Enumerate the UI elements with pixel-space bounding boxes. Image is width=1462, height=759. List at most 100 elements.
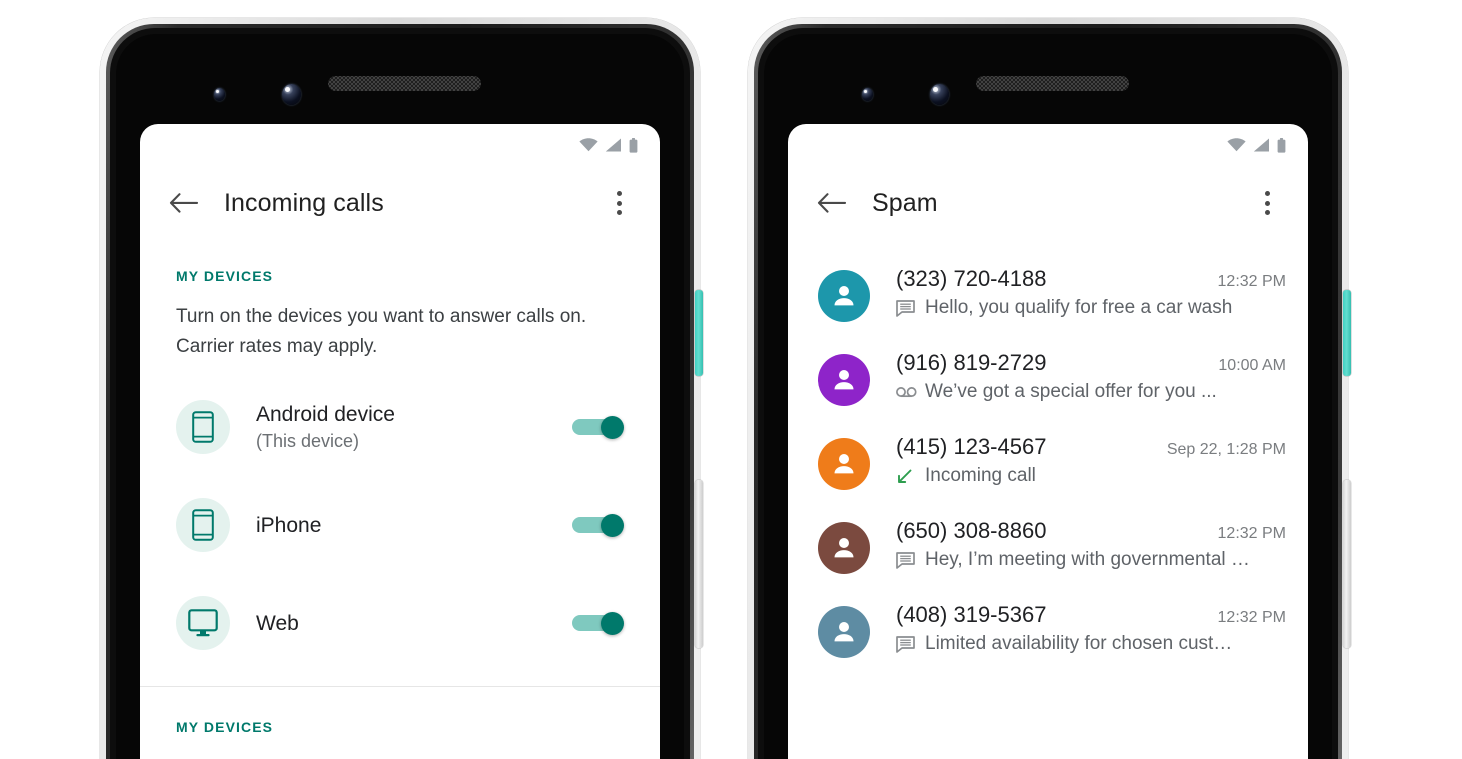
back-button[interactable] xyxy=(810,182,852,224)
spam-item-body: (916) 819-2729 10:00 AM We’ve got a spec… xyxy=(896,350,1286,403)
spam-item-secondary-line: We’ve got a special offer for you ... xyxy=(896,381,1286,403)
message-icon xyxy=(896,299,918,317)
page-title: Incoming calls xyxy=(224,188,384,217)
battery-icon xyxy=(629,137,638,153)
spam-item-primary-line: (415) 123-4567 Sep 22, 1:28 PM xyxy=(896,434,1286,460)
spam-item-secondary-line: Limited availability for chosen cust… xyxy=(896,633,1286,655)
spam-preview-text: Limited availability for chosen cust… xyxy=(925,633,1233,654)
section-description: Turn on the devices you want to answer c… xyxy=(176,306,587,357)
signal-icon xyxy=(605,138,622,152)
device-title: Android device xyxy=(256,402,395,426)
battery-icon xyxy=(1277,137,1286,153)
spam-list-item[interactable]: (415) 123-4567 Sep 22, 1:28 PM Incoming … xyxy=(788,420,1308,504)
device-list: Android device (This device) iPhone Web xyxy=(140,362,660,672)
person-icon xyxy=(834,622,854,642)
avatar xyxy=(818,438,870,490)
app-bar-incoming-calls: Incoming calls xyxy=(140,160,660,246)
message-icon xyxy=(896,551,918,569)
device-row-iphone[interactable]: iPhone xyxy=(140,476,660,574)
signal-icon xyxy=(1253,138,1270,152)
spam-timestamp: 12:32 PM xyxy=(1217,609,1286,626)
back-arrow-icon xyxy=(817,193,846,213)
spam-phone-number: (408) 319-5367 xyxy=(896,602,1047,627)
spam-list-item[interactable]: (408) 319-5367 12:32 PM Limited availabi… xyxy=(788,588,1308,672)
phone-body: Spam (323) 720-4188 12:32 PM Hello, you … xyxy=(764,34,1332,759)
spam-list-item[interactable]: (916) 819-2729 10:00 AM We’ve got a spec… xyxy=(788,336,1308,420)
incoming-call-arrow-icon xyxy=(896,468,918,485)
back-arrow-icon xyxy=(169,193,198,213)
overflow-menu-icon xyxy=(616,191,622,196)
spam-item-body: (408) 319-5367 12:32 PM Limited availabi… xyxy=(896,602,1286,655)
spam-preview-text: We’ve got a special offer for you ... xyxy=(925,381,1217,402)
device-toggle-web[interactable] xyxy=(572,612,624,635)
spam-item-primary-line: (323) 720-4188 12:32 PM xyxy=(896,266,1286,292)
device-row-web[interactable]: Web xyxy=(140,574,660,672)
device-toggle-android[interactable] xyxy=(572,416,624,439)
section-header-my-devices: MY DEVICES xyxy=(176,268,274,284)
wifi-icon xyxy=(1227,138,1246,152)
spam-item-secondary-line: Incoming call xyxy=(896,465,1286,487)
phone-device-incoming-calls: Incoming calls MY DEVICES Turn on the de… xyxy=(100,18,703,759)
message-icon xyxy=(896,635,918,653)
earpiece-speaker-grille xyxy=(328,76,481,91)
spam-timestamp: 12:32 PM xyxy=(1217,525,1286,542)
avatar xyxy=(818,606,870,658)
avatar xyxy=(818,270,870,322)
person-icon xyxy=(834,538,854,558)
person-icon xyxy=(834,286,854,306)
overflow-menu-button[interactable] xyxy=(1250,182,1284,224)
device-title: iPhone xyxy=(256,513,322,537)
overflow-menu-icon xyxy=(1264,191,1270,196)
device-subtitle: (This device) xyxy=(256,430,360,451)
front-camera-icon xyxy=(930,84,949,105)
back-button[interactable] xyxy=(162,182,204,224)
power-button[interactable] xyxy=(1343,290,1351,376)
person-icon xyxy=(834,454,854,474)
earpiece-speaker-grille xyxy=(976,76,1129,91)
spam-item-body: (650) 308-8860 12:32 PM Hey, I’m meeting… xyxy=(896,518,1286,571)
spam-item-secondary-line: Hey, I’m meeting with governmental … xyxy=(896,549,1286,571)
screenshot-stage: Incoming calls MY DEVICES Turn on the de… xyxy=(0,0,1462,759)
page-title: Spam xyxy=(872,188,938,217)
spam-item-body: (415) 123-4567 Sep 22, 1:28 PM Incoming … xyxy=(896,434,1286,487)
front-camera-icon xyxy=(282,84,301,105)
spam-preview-text: Hey, I’m meeting with governmental … xyxy=(925,549,1250,570)
device-row-android[interactable]: Android device (This device) xyxy=(140,378,660,476)
wifi-icon xyxy=(579,138,598,152)
section-header-my-devices-2: MY DEVICES xyxy=(176,719,274,735)
spam-list-item[interactable]: (650) 308-8860 12:32 PM Hey, I’m meeting… xyxy=(788,504,1308,588)
phone-device-spam: Spam (323) 720-4188 12:32 PM Hello, you … xyxy=(748,18,1351,759)
device-text-block: iPhone xyxy=(256,512,572,539)
spam-timestamp: 10:00 AM xyxy=(1218,357,1286,374)
spam-timestamp: 12:32 PM xyxy=(1217,273,1286,290)
avatar xyxy=(818,354,870,406)
status-bar xyxy=(788,124,1308,160)
spam-item-primary-line: (916) 819-2729 10:00 AM xyxy=(896,350,1286,376)
spam-timestamp: Sep 22, 1:28 PM xyxy=(1166,441,1286,458)
power-button[interactable] xyxy=(695,290,703,376)
device-text-block: Android device (This device) xyxy=(256,401,572,454)
spam-call-list: (323) 720-4188 12:32 PM Hello, you quali… xyxy=(788,246,1308,672)
device-text-block: Web xyxy=(256,610,572,637)
spam-item-body: (323) 720-4188 12:32 PM Hello, you quali… xyxy=(896,266,1286,319)
status-bar xyxy=(140,124,660,160)
spam-phone-number: (415) 123-4567 xyxy=(896,434,1047,459)
phone-iphone-icon xyxy=(176,498,230,552)
avatar xyxy=(818,522,870,574)
spam-item-secondary-line: Hello, you qualify for free a car wash xyxy=(896,297,1286,319)
volume-rocker-button[interactable] xyxy=(695,480,703,648)
volume-rocker-button[interactable] xyxy=(1343,480,1351,648)
app-bar-spam: Spam xyxy=(788,160,1308,246)
device-toggle-iphone[interactable] xyxy=(572,514,624,537)
spam-preview-text: Hello, you qualify for free a car wash xyxy=(925,297,1233,318)
overflow-menu-button[interactable] xyxy=(602,182,636,224)
spam-preview-text: Incoming call xyxy=(925,465,1036,486)
phone-body: Incoming calls MY DEVICES Turn on the de… xyxy=(116,34,684,759)
spam-item-primary-line: (650) 308-8860 12:32 PM xyxy=(896,518,1286,544)
sensor-dot-icon xyxy=(862,88,873,101)
spam-item-primary-line: (408) 319-5367 12:32 PM xyxy=(896,602,1286,628)
phone-android-icon xyxy=(176,400,230,454)
person-icon xyxy=(834,370,854,390)
spam-list-item[interactable]: (323) 720-4188 12:32 PM Hello, you quali… xyxy=(788,252,1308,336)
screen-incoming-calls: Incoming calls MY DEVICES Turn on the de… xyxy=(140,124,660,759)
